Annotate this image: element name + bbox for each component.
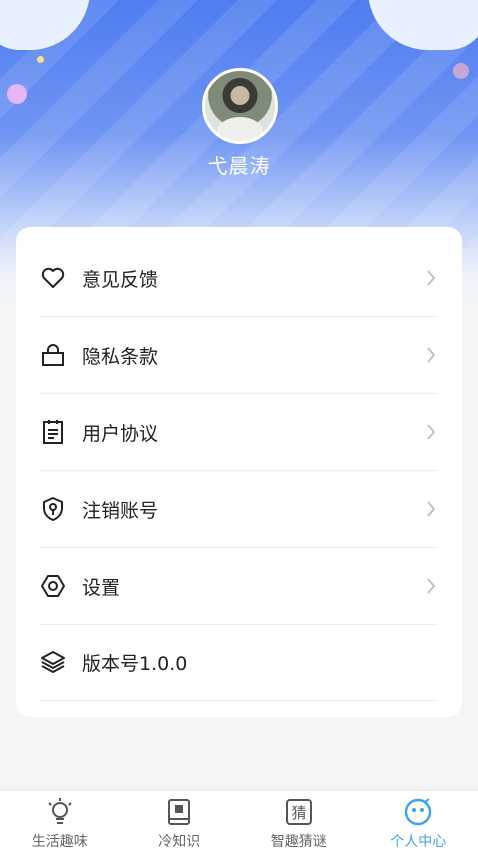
- menu-item-label: 意见反馈: [82, 265, 424, 292]
- chevron-right-icon: [424, 268, 438, 288]
- menu-card: 意见反馈 隐私条款 用户协议 注销账号: [16, 227, 462, 717]
- tab-label: 冷知识: [158, 831, 200, 851]
- tab-label: 个人中心: [390, 831, 446, 851]
- menu-item-version: 版本号1.0.0: [40, 624, 438, 701]
- cloud-decoration: [0, 0, 90, 50]
- hexagon-settings-icon: [40, 573, 66, 599]
- lightbulb-icon: [45, 797, 75, 827]
- guess-glyph: 猜: [291, 804, 306, 822]
- bottom-tab-bar: 生活趣味 冷知识 猜 智趣猜谜 个人中心: [0, 790, 478, 851]
- guess-icon: 猜: [284, 797, 314, 827]
- menu-item-label: 注销账号: [82, 496, 424, 523]
- menu-item-delete-account[interactable]: 注销账号: [40, 471, 438, 548]
- chevron-right-icon: [424, 422, 438, 442]
- heart-icon: [40, 265, 66, 291]
- menu-item-label: 设置: [82, 573, 424, 600]
- face-icon: [403, 797, 433, 827]
- menu-item-label: 用户协议: [82, 419, 424, 446]
- tab-riddles[interactable]: 猜 智趣猜谜: [239, 791, 359, 851]
- username: 弋晨涛: [0, 150, 478, 179]
- menu-item-settings[interactable]: 设置: [40, 548, 438, 625]
- avatar[interactable]: [202, 68, 278, 144]
- decorative-dot: [7, 84, 27, 104]
- chevron-right-icon: [424, 576, 438, 596]
- menu-item-privacy[interactable]: 隐私条款: [40, 317, 438, 394]
- cloud-decoration: [368, 0, 478, 50]
- avatar-figure: [217, 117, 263, 144]
- decorative-dot: [37, 56, 44, 63]
- decorative-dot: [453, 63, 469, 79]
- tab-trivia[interactable]: 冷知识: [120, 791, 240, 851]
- chevron-right-icon: [424, 499, 438, 519]
- tab-profile[interactable]: 个人中心: [359, 791, 478, 851]
- tab-label: 智趣猜谜: [271, 831, 327, 851]
- menu-item-label: 隐私条款: [82, 342, 424, 369]
- book-icon: [164, 797, 194, 827]
- menu-item-feedback[interactable]: 意见反馈: [40, 240, 438, 317]
- tab-label: 生活趣味: [32, 831, 88, 851]
- lock-icon: [40, 342, 66, 368]
- menu-item-user-agreement[interactable]: 用户协议: [40, 394, 438, 471]
- tab-life-fun[interactable]: 生活趣味: [0, 791, 120, 851]
- version-label: 版本号1.0.0: [82, 649, 438, 676]
- layers-icon: [40, 649, 66, 675]
- document-icon: [40, 419, 66, 445]
- shield-key-icon: [40, 496, 66, 522]
- chevron-right-icon: [424, 345, 438, 365]
